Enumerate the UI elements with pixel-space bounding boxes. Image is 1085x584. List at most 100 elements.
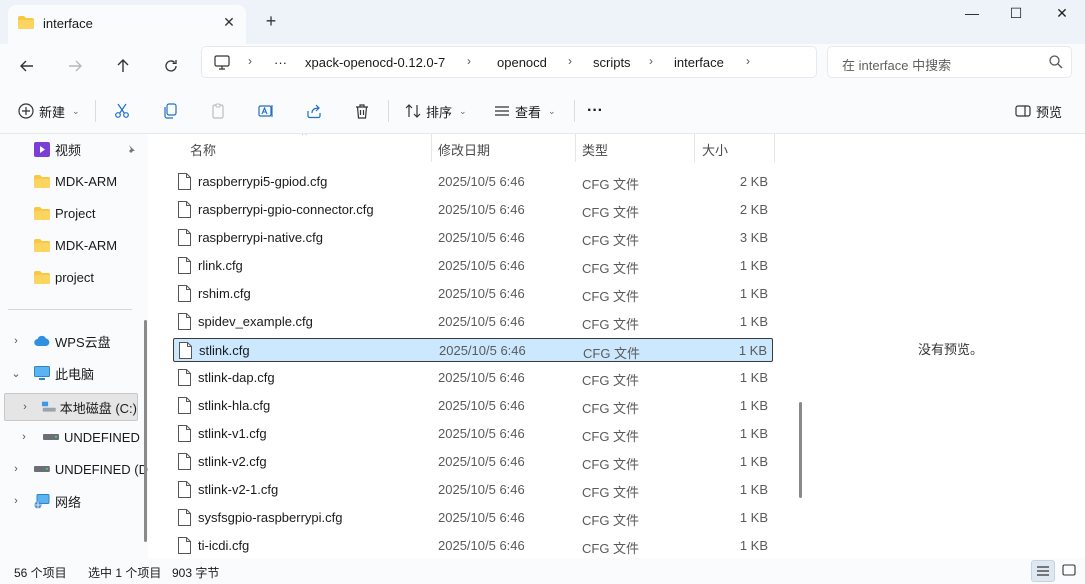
file-row[interactable]: raspberrypi-gpio-connector.cfg 2025/10/5 … bbox=[173, 198, 773, 222]
close-tab-icon[interactable]: ✕ bbox=[220, 13, 238, 31]
column-header-date[interactable]: 修改日期 bbox=[438, 140, 490, 168]
pin-icon[interactable] bbox=[125, 144, 136, 155]
file-name: sysfsgpio-raspberrypi.cfg bbox=[198, 510, 343, 525]
sidebar-item-project-lower[interactable]: project bbox=[30, 265, 142, 289]
file-row[interactable]: raspberrypi-native.cfg 2025/10/5 6:46 CFG … bbox=[173, 226, 773, 250]
chevron-right-icon[interactable]: › bbox=[19, 401, 31, 413]
up-button[interactable] bbox=[110, 53, 136, 79]
chevron-right-icon[interactable]: › bbox=[10, 495, 22, 507]
minimize-button[interactable]: — bbox=[949, 2, 995, 28]
tab-interface[interactable]: interface ✕ bbox=[8, 5, 246, 44]
item-count: 56 个项目 bbox=[14, 566, 67, 580]
arrow-right-icon bbox=[69, 60, 82, 72]
new-tab-icon[interactable]: + bbox=[262, 12, 280, 30]
view-label: 查看 bbox=[515, 104, 542, 120]
preview-button[interactable]: 预览 bbox=[1015, 100, 1062, 122]
column-divider[interactable] bbox=[575, 134, 576, 162]
paste-button[interactable] bbox=[210, 100, 226, 122]
more-options-button[interactable]: ··· bbox=[587, 100, 603, 122]
column-divider[interactable] bbox=[694, 134, 695, 162]
column-divider[interactable] bbox=[431, 134, 432, 162]
chevron-right-icon[interactable]: › bbox=[746, 54, 750, 68]
file-type: CFG 文件 bbox=[582, 429, 640, 444]
column-divider[interactable] bbox=[774, 134, 775, 162]
file-row[interactable]: rshim.cfg 2025/10/5 6:46 CFG 文件 1 KB bbox=[173, 282, 773, 306]
file-date: 2025/10/5 6:46 bbox=[438, 538, 525, 553]
paste-icon bbox=[212, 103, 224, 119]
preview-pane: 没有预览。 bbox=[808, 134, 1085, 558]
selection-size: 903 字节 bbox=[172, 566, 220, 580]
file-date: 2025/10/5 6:46 bbox=[438, 286, 525, 301]
column-header-name[interactable]: 名称 bbox=[190, 140, 216, 168]
file-row[interactable]: stlink.cfg 2025/10/5 6:46 CFG 文件 1 KB bbox=[173, 338, 773, 362]
file-list-scrollbar[interactable] bbox=[799, 402, 802, 498]
share-button[interactable] bbox=[306, 100, 322, 122]
tab-label: interface bbox=[43, 16, 93, 31]
breadcrumb-scripts[interactable]: scripts bbox=[593, 55, 631, 70]
file-row[interactable]: stlink-v1.cfg 2025/10/5 6:46 CFG 文件 1 KB bbox=[173, 422, 773, 446]
column-header-type[interactable]: 类型 bbox=[582, 140, 608, 168]
new-button[interactable]: 新建 ⌄ bbox=[18, 100, 80, 122]
sidebar-item-wps-cloud[interactable]: › WPS云盘 bbox=[8, 329, 142, 353]
sidebar-item-project[interactable]: Project bbox=[30, 201, 142, 225]
file-name: stlink-v1.cfg bbox=[198, 426, 267, 441]
file-row[interactable]: raspberrypi5-gpiod.cfg 2025/10/5 6:46 CFG … bbox=[173, 170, 773, 194]
file-date: 2025/10/5 6:46 bbox=[438, 370, 525, 385]
new-label: 新建 bbox=[39, 104, 66, 120]
close-window-button[interactable]: ✕ bbox=[1039, 2, 1085, 28]
sidebar-item-mdk-arm[interactable]: MDK-ARM bbox=[30, 233, 142, 257]
file-icon bbox=[178, 425, 191, 442]
file-size: 1 KB bbox=[739, 426, 768, 441]
refresh-button[interactable] bbox=[158, 53, 184, 79]
chevron-right-icon: › bbox=[649, 54, 653, 68]
address-bar[interactable]: › ··· xpack-openocd-0.12.0-7 › openocd ›… bbox=[201, 46, 817, 78]
file-row[interactable]: stlink-hla.cfg 2025/10/5 6:46 CFG 文件 1 KB bbox=[173, 394, 773, 418]
sidebar-item-local-disk-c[interactable]: › 本地磁盘 (C:) bbox=[4, 393, 138, 421]
sidebar-item-network[interactable]: › 网络 bbox=[8, 489, 142, 513]
sidebar-item-mdk-arm[interactable]: MDK-ARM bbox=[30, 169, 142, 193]
search-input[interactable]: 在 interface 中搜索 bbox=[827, 46, 1072, 78]
cut-button[interactable] bbox=[114, 100, 130, 122]
view-button[interactable]: 查看 ⌄ bbox=[494, 100, 556, 122]
file-size: 1 KB bbox=[739, 454, 768, 469]
file-row[interactable]: stlink-dap.cfg 2025/10/5 6:46 CFG 文件 1 KB bbox=[173, 366, 773, 390]
file-icon bbox=[178, 173, 191, 190]
sort-button[interactable]: 排序 ⌄ bbox=[405, 100, 467, 122]
chevron-right-icon[interactable]: › bbox=[10, 335, 22, 347]
delete-button[interactable] bbox=[354, 100, 370, 122]
rename-button[interactable] bbox=[258, 100, 274, 122]
maximize-button[interactable]: ☐ bbox=[993, 2, 1039, 28]
chevron-right-icon[interactable]: › bbox=[18, 431, 30, 443]
back-button[interactable] bbox=[14, 53, 40, 79]
forward-button[interactable] bbox=[62, 53, 88, 79]
file-row[interactable]: stlink-v2.cfg 2025/10/5 6:46 CFG 文件 1 KB bbox=[173, 450, 773, 474]
file-name: stlink-dap.cfg bbox=[198, 370, 275, 385]
details-view-button[interactable] bbox=[1031, 560, 1055, 582]
file-date: 2025/10/5 6:46 bbox=[438, 510, 525, 525]
monitor-icon bbox=[214, 55, 230, 70]
file-row[interactable]: ti-icdi.cfg 2025/10/5 6:46 CFG 文件 1 KB bbox=[173, 534, 773, 558]
file-row[interactable]: rlink.cfg 2025/10/5 6:46 CFG 文件 1 KB bbox=[173, 254, 773, 278]
file-icon bbox=[179, 342, 192, 359]
chevron-down-icon[interactable]: ⌄ bbox=[10, 367, 22, 380]
copy-button[interactable] bbox=[162, 100, 178, 122]
trash-icon bbox=[356, 104, 368, 119]
column-header-size[interactable]: 大小 bbox=[702, 140, 728, 168]
sidebar-item-undefined-drive[interactable]: › UNDEFINED bbox=[8, 425, 142, 449]
file-date: 2025/10/5 6:46 bbox=[438, 314, 525, 329]
file-row[interactable]: stlink-v2-1.cfg 2025/10/5 6:46 CFG 文件 1 KB bbox=[173, 478, 773, 502]
address-more-button[interactable]: ··· bbox=[274, 55, 287, 70]
sidebar-item-videos[interactable]: 视频 bbox=[30, 137, 142, 161]
file-type: CFG 文件 bbox=[582, 177, 640, 192]
file-row[interactable]: sysfsgpio-raspberrypi.cfg 2025/10/5 6:46 C… bbox=[173, 506, 773, 530]
tiles-view-button[interactable] bbox=[1058, 560, 1082, 582]
breadcrumb-openocd[interactable]: openocd bbox=[497, 55, 547, 70]
breadcrumb-interface[interactable]: interface bbox=[674, 55, 724, 70]
sidebar-item-undefined-d[interactable]: › UNDEFINED (D bbox=[8, 457, 148, 481]
cloud-icon bbox=[34, 335, 50, 347]
breadcrumb-xpack[interactable]: xpack-openocd-0.12.0-7 bbox=[305, 55, 445, 70]
sidebar-scrollbar[interactable] bbox=[144, 320, 147, 542]
file-row[interactable]: spidev_example.cfg 2025/10/5 6:46 CFG 文件 1 … bbox=[173, 310, 773, 334]
sidebar-item-this-pc[interactable]: ⌄ 此电脑 bbox=[8, 361, 142, 385]
chevron-right-icon[interactable]: › bbox=[10, 463, 22, 475]
